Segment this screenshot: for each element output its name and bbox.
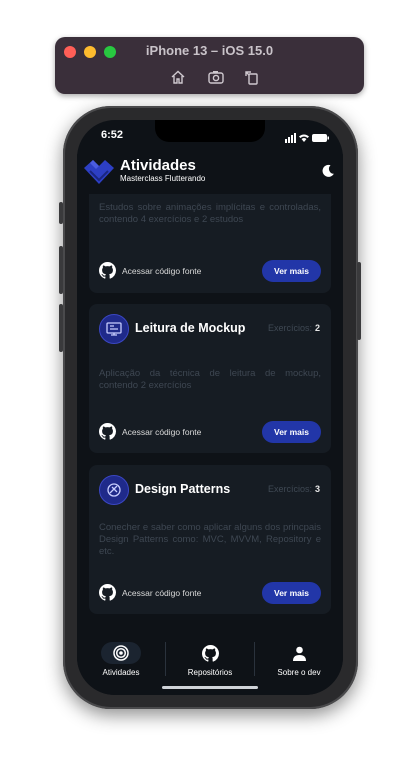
- github-icon: [166, 642, 254, 664]
- source-code-link[interactable]: Acessar código fonte: [99, 423, 201, 440]
- page-subtitle: Masterclass Flutterando: [120, 174, 206, 183]
- volume-down-button: [59, 304, 63, 352]
- exercise-count-value: 3: [314, 484, 320, 494]
- nav-item-sobre-o-dev[interactable]: Sobre o dev: [255, 642, 343, 677]
- source-code-link[interactable]: Acessar código fonte: [99, 262, 201, 279]
- design-patterns-icon: [99, 475, 129, 505]
- activity-card[interactable]: Leitura de Mockup Exercícios: 2 Aplicação…: [89, 304, 331, 453]
- github-icon: [99, 262, 116, 279]
- person-icon: [255, 642, 343, 664]
- exercise-count-label: Exercícios:: [267, 484, 312, 494]
- moon-icon[interactable]: [321, 164, 335, 178]
- signal-icon: [285, 133, 296, 143]
- exercise-count-label: Exercícios:: [267, 323, 312, 333]
- mockup-icon: [99, 314, 129, 344]
- source-link-label: Acessar código fonte: [122, 265, 202, 276]
- notch: [155, 120, 265, 142]
- card-description: Conecher e saber como aplicar alguns dos…: [99, 522, 321, 557]
- battery-icon: [312, 134, 329, 142]
- status-icons: [285, 130, 329, 143]
- simulator-title: iPhone 13 – iOS 15.0: [145, 43, 274, 58]
- github-icon: [99, 584, 116, 601]
- home-icon[interactable]: [169, 68, 187, 86]
- nav-label: Repositórios: [187, 668, 233, 677]
- wifi-icon: [299, 134, 309, 142]
- simulator-toolbar: iPhone 13 – iOS 15.0: [55, 37, 364, 94]
- see-more-button[interactable]: Ver mais: [262, 260, 321, 282]
- github-icon: [99, 423, 116, 440]
- app-screen: 6:52 Estudos sobre animações implícitas …: [77, 120, 343, 695]
- nav-label: Atividades: [102, 668, 140, 677]
- activity-card[interactable]: Design Patterns Exercícios: 3 Conecher e …: [89, 465, 331, 614]
- mute-switch: [59, 202, 63, 224]
- nav-item-repositorios[interactable]: Repositórios: [166, 642, 254, 677]
- power-button: [357, 262, 361, 340]
- rotate-icon[interactable]: [243, 68, 261, 86]
- nav-label: Sobre o dev: [277, 668, 321, 677]
- exercise-count: Exercícios: 2: [268, 323, 320, 333]
- source-code-link[interactable]: Acessar código fonte: [99, 584, 201, 601]
- card-title: Design Patterns: [135, 482, 231, 496]
- target-icon: [101, 642, 141, 664]
- home-indicator: [162, 686, 258, 689]
- app-logo-icon: [82, 154, 116, 188]
- card-description: Aplicação da técnica de leitura de mocku…: [99, 368, 321, 391]
- card-description: Estudos sobre animações implícitas e con…: [99, 202, 321, 225]
- status-time: 6:52: [101, 129, 124, 141]
- source-link-label: Acessar código fonte: [122, 587, 202, 598]
- see-more-button[interactable]: Ver mais: [262, 582, 321, 604]
- screenshot-icon[interactable]: [207, 68, 225, 86]
- volume-up-button: [59, 246, 63, 294]
- card-title: Leitura de Mockup: [135, 321, 246, 335]
- page-title: Atividades: [120, 157, 196, 174]
- nav-item-atividades[interactable]: Atividades: [77, 642, 165, 677]
- see-more-button[interactable]: Ver mais: [262, 421, 321, 443]
- source-link-label: Acessar código fonte: [122, 426, 202, 437]
- bottom-navigation: Atividades Repositórios Sobre o dev: [77, 634, 343, 695]
- exercise-count-value: 2: [314, 323, 320, 333]
- exercise-count: Exercícios: 3: [268, 484, 320, 494]
- app-header: Atividades Masterclass Flutterando: [77, 154, 343, 194]
